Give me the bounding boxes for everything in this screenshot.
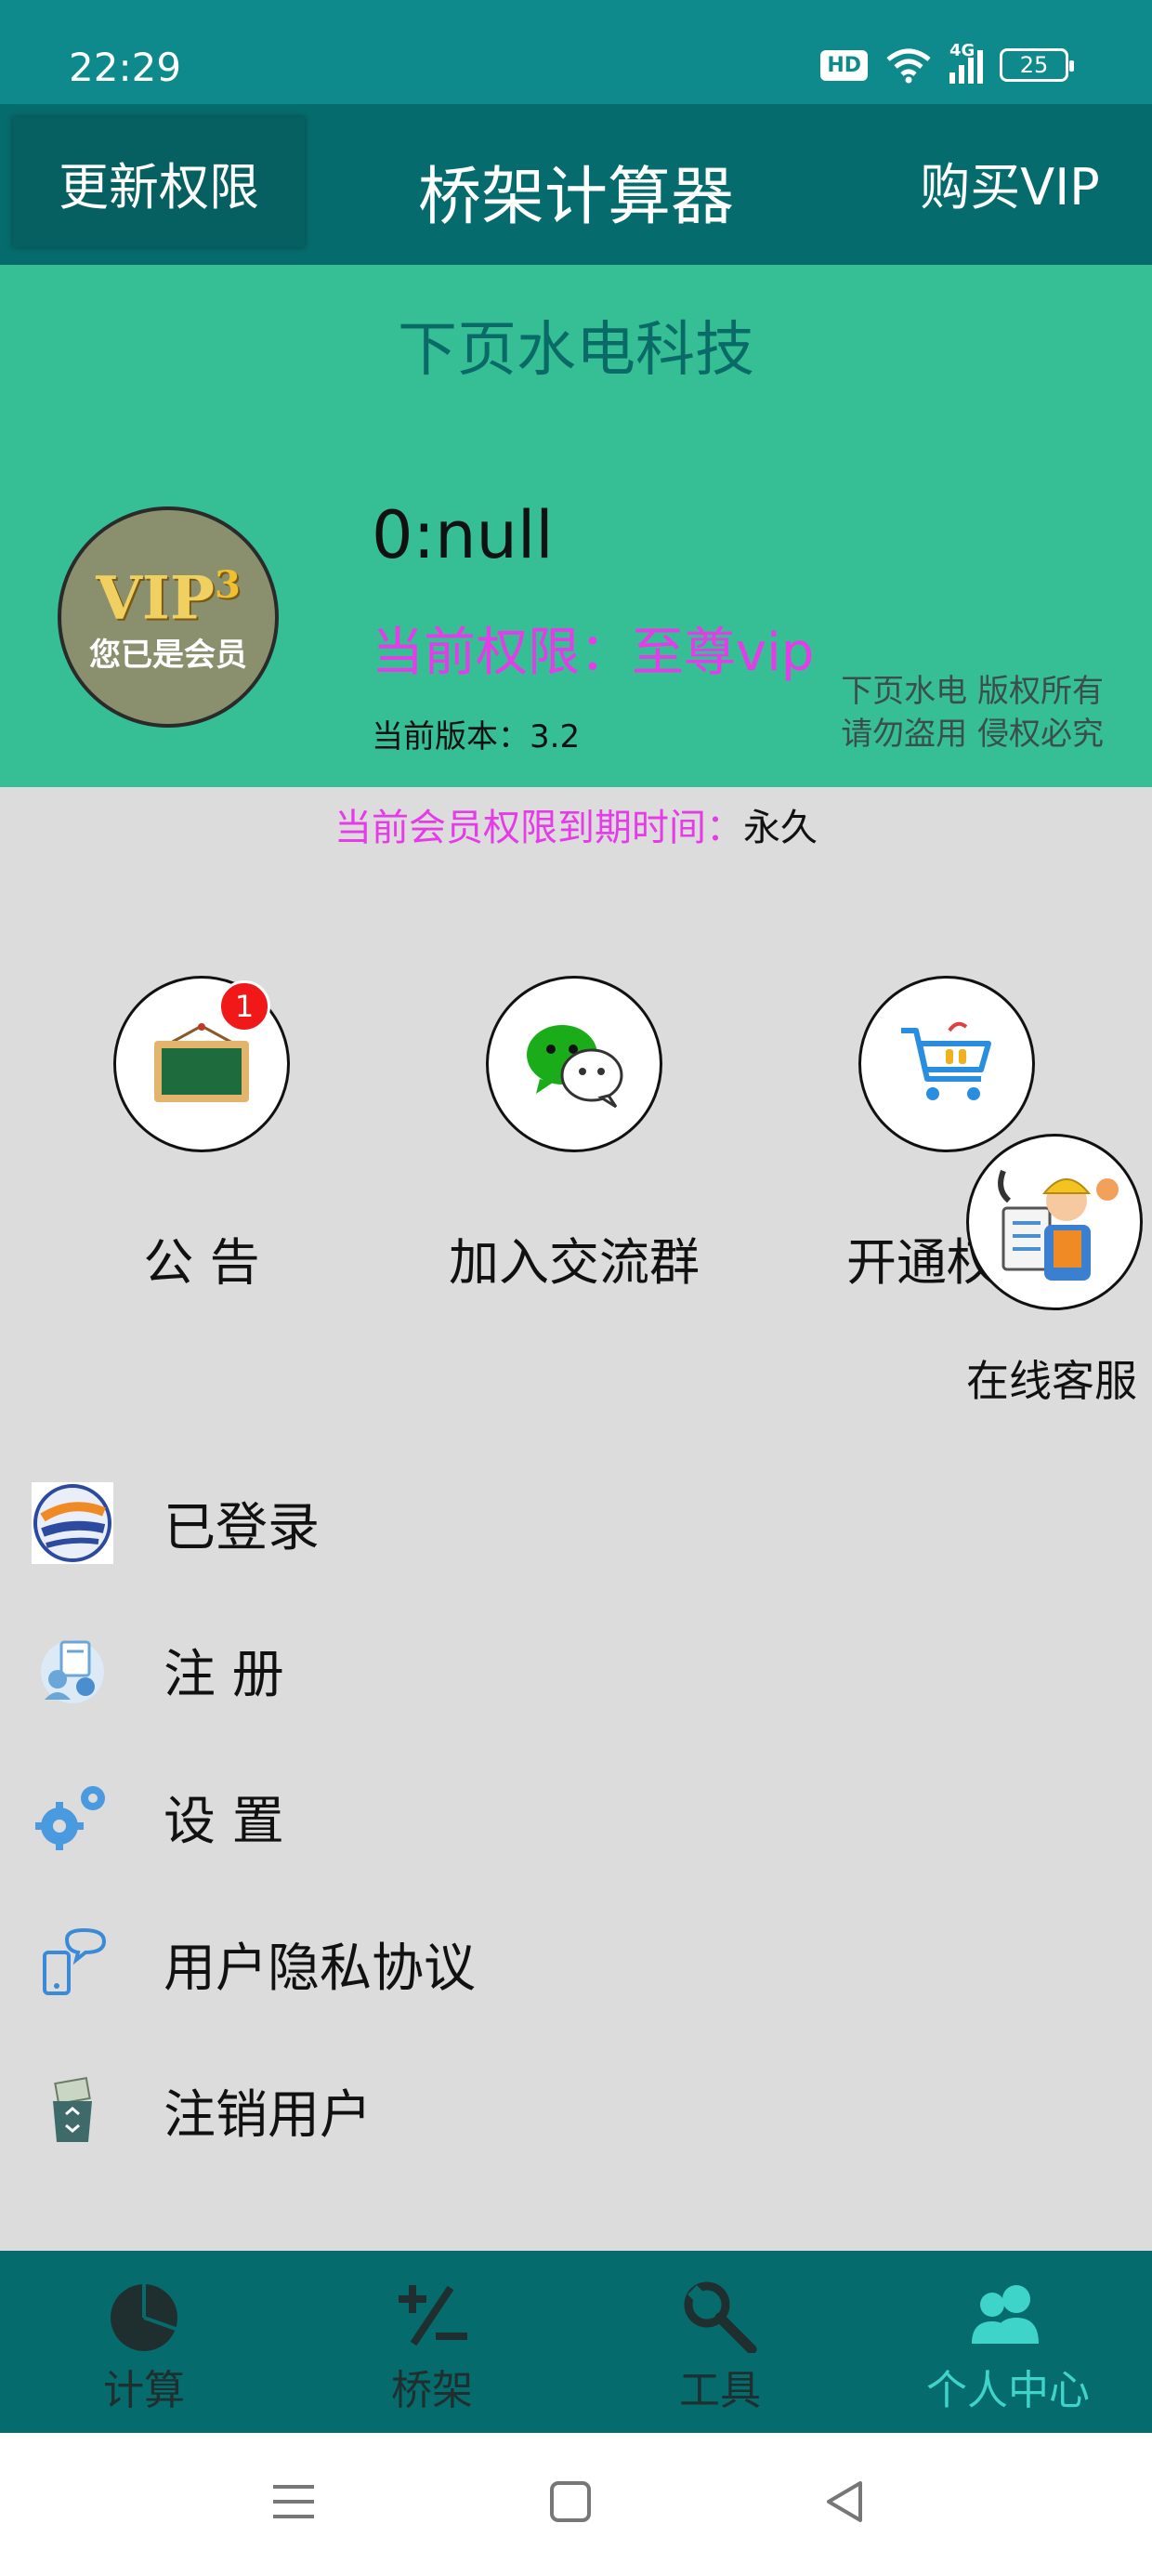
announcement-shortcut[interactable]: 1 公 告 [16, 976, 387, 1295]
open-permission-button[interactable] [858, 976, 1035, 1152]
gears-icon [28, 1772, 117, 1861]
shopping-cart-icon [901, 1021, 991, 1100]
customer-service-worker-icon [998, 1169, 1119, 1281]
back-triangle-icon[interactable] [818, 2474, 873, 2530]
copyright-line-2: 请勿盗用 侵权必究 [841, 716, 1104, 753]
nav-tab-profile[interactable]: 个人中心 [864, 2251, 1152, 2433]
title-bar: 更新权限 桥架计算器 购买VIP [0, 104, 1152, 265]
menu-label-logged-in: 已登录 [164, 1497, 320, 1558]
status-time: 22:29 [69, 45, 182, 90]
hd-icon: HD [820, 49, 868, 81]
notification-badge: 1 [218, 980, 270, 1032]
nav-label-tools: 工具 [679, 2367, 761, 2414]
announcement-label: 公 告 [143, 1233, 260, 1292]
nav-label-calculate: 计算 [103, 2367, 185, 2414]
wifi-icon [886, 48, 931, 84]
plus-minus-icon [399, 2285, 467, 2346]
register-user-icon [28, 1625, 117, 1715]
menu-label-deregister: 注销用户 [164, 2084, 372, 2146]
status-bar: 22:29 HD 4G 25 [0, 0, 1152, 104]
menu-item-deregister[interactable]: 注销用户 [0, 2037, 1152, 2184]
battery-icon: 25 [1000, 48, 1074, 82]
status-icons: HD 4G 25 [820, 41, 1074, 84]
menu-item-logged-in[interactable]: 已登录 [0, 1450, 1152, 1597]
expiry-label: 当前会员权限到期时间： [334, 807, 743, 849]
account-menu: 已登录 注 册 设 置 用户隐私协议 注销用户 [0, 1450, 1152, 2184]
battery-level: 25 [1019, 52, 1049, 78]
menu-label-privacy-policy: 用户隐私协议 [164, 1938, 476, 1999]
profile-header: 下页水电科技 VIP3 您已是会员 0:null 当前权限：至尊vip 当前版本… [0, 265, 1152, 787]
nav-label-profile: 个人中心 [926, 2367, 1090, 2414]
chalkboard-icon [154, 1023, 249, 1102]
app-version: 当前版本：3.2 [372, 718, 581, 756]
current-permission: 当前权限：至尊vip [372, 623, 815, 683]
nav-tab-bridge[interactable]: 桥架 [288, 2251, 576, 2433]
menu-item-settings[interactable]: 设 置 [0, 1743, 1152, 1890]
users-icon [972, 2285, 1039, 2344]
menu-icon[interactable] [266, 2474, 321, 2530]
membership-expiry: 当前会员权限到期时间：永久 [0, 797, 1152, 851]
join-group-label: 加入交流群 [449, 1233, 700, 1292]
menu-label-register: 注 册 [164, 1644, 284, 1705]
vip-text: VIP [96, 563, 215, 634]
cell-signal-icon: 4G [949, 41, 983, 84]
online-service-button[interactable] [966, 1134, 1143, 1310]
copyright-notice: 下页水电 版权所有 请勿盗用 侵权必究 [841, 670, 1104, 756]
announcement-button[interactable]: 1 [113, 976, 290, 1152]
menu-item-register[interactable]: 注 册 [0, 1597, 1152, 1743]
username: 0:null [372, 497, 554, 573]
pie-chart-icon [111, 2284, 177, 2351]
system-navigation-bar [0, 2433, 1152, 2576]
copyright-line-1: 下页水电 版权所有 [841, 673, 1104, 710]
nav-label-bridge: 桥架 [391, 2367, 473, 2414]
wechat-icon [527, 1025, 623, 1109]
vip-level: 3 [214, 562, 241, 607]
home-square-icon[interactable] [543, 2474, 598, 2530]
app-logo-icon [28, 1479, 117, 1568]
recycle-bin-icon [28, 2066, 117, 2155]
nav-tab-tools[interactable]: 工具 [576, 2251, 864, 2433]
join-group-shortcut[interactable]: 加入交流群 [388, 976, 760, 1295]
wrench-icon [684, 2281, 757, 2353]
network-type: 4G [949, 41, 975, 60]
privacy-chat-icon [28, 1919, 117, 2008]
vip-badge-logo: VIP3 [96, 563, 241, 633]
buy-vip-button[interactable]: 购买VIP [868, 117, 1152, 247]
vip-caption: 您已是会员 [89, 637, 247, 675]
join-group-button[interactable] [486, 976, 662, 1152]
vip-avatar[interactable]: VIP3 您已是会员 [58, 506, 279, 728]
online-service-float[interactable]: 在线客服 [966, 1134, 1152, 1406]
menu-label-settings: 设 置 [164, 1791, 284, 1852]
company-name: 下页水电科技 [398, 316, 754, 385]
menu-item-privacy-policy[interactable]: 用户隐私协议 [0, 1890, 1152, 2037]
bottom-navigation: 计算 桥架 工具 个人中心 [0, 2251, 1152, 2433]
nav-tab-calculate[interactable]: 计算 [0, 2251, 288, 2433]
online-service-label: 在线客服 [966, 1356, 1137, 1406]
expiry-value: 永久 [743, 807, 818, 849]
update-permission-button[interactable]: 更新权限 [13, 117, 305, 247]
